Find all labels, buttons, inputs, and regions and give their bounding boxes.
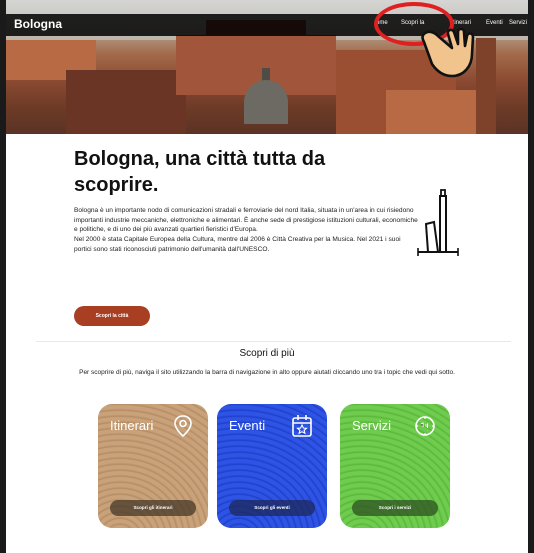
calendar-star-icon	[292, 415, 312, 437]
card-itinerari[interactable]: Itinerari Scopri gli itinerari	[98, 404, 208, 528]
brand-logo[interactable]: Bologna	[14, 17, 62, 31]
section-divider	[36, 341, 511, 342]
discover-more-subtitle: Per scoprire di più, naviga il sito util…	[79, 369, 455, 376]
two-towers-icon	[417, 189, 459, 256]
hero-dome	[244, 80, 288, 124]
nav-servizi[interactable]: Servizi	[509, 20, 527, 26]
card-title: Servizi	[352, 418, 392, 433]
card-servizi[interactable]: Servizi Scopri i servizi	[340, 404, 450, 528]
clock-24-icon	[415, 416, 435, 436]
window-frame-right	[528, 0, 534, 553]
hero-rooftops	[66, 70, 186, 134]
intro-paragraph-2: Nel 2000 è stata Capitale Europea della …	[74, 236, 401, 253]
discover-city-button[interactable]: Scopri la città	[74, 306, 150, 326]
map-pin-icon	[174, 415, 192, 438]
card-eventi[interactable]: Eventi Scopri gli eventi	[217, 404, 327, 528]
page: Bologna ome Scopri la Itinerari Eventi S…	[6, 0, 528, 553]
intro-text: Bologna è un importante nodo di comunica…	[74, 206, 419, 255]
hero-rooftops	[386, 90, 476, 134]
card-title: Eventi	[229, 418, 266, 433]
discover-eventi-button[interactable]: Scopri gli eventi	[229, 500, 315, 516]
discover-more-title: Scopri di più	[239, 348, 295, 359]
intro-paragraph-1: Bologna è un importante nodo di comunica…	[74, 207, 418, 234]
pointing-hand-icon	[421, 27, 475, 78]
hero-image: Bologna ome Scopri la Itinerari Eventi S…	[6, 0, 528, 134]
nav-eventi[interactable]: Eventi	[486, 20, 503, 26]
page-title: Bologna, una città tutta da scoprire.	[74, 148, 326, 196]
discover-servizi-button[interactable]: Scopri i servizi	[352, 500, 438, 516]
card-title: Itinerari	[110, 418, 154, 433]
discover-itinerari-button[interactable]: Scopri gli itinerari	[110, 500, 196, 516]
